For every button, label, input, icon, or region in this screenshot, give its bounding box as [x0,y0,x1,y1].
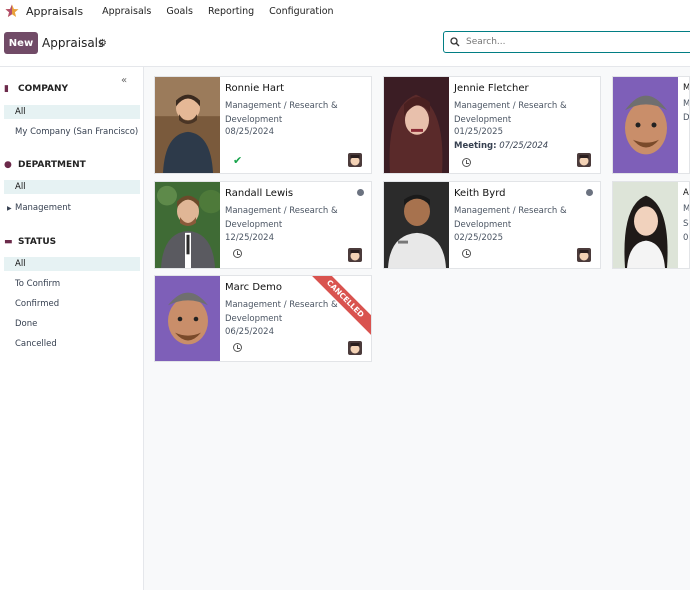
status-section-label: STATUS [18,237,57,247]
users-icon: ● [4,160,12,170]
company-filter-all[interactable]: All [4,105,140,119]
employee-photo [155,77,220,173]
app-name[interactable]: Appraisals [26,5,83,18]
building-icon: ▮ [4,84,9,94]
kanban-card[interactable]: Ronnie Hart Management / Research & Devel… [154,76,372,174]
kanban-card[interactable]: Jennie Fletcher Management / Research & D… [383,76,601,174]
department-filter-management[interactable]: ▶ Management [4,201,140,215]
search-icon [450,37,460,47]
department-section-header: ● DEPARTMENT [4,160,86,170]
employee-photo [384,77,449,173]
partial-text: M [683,204,690,214]
check-icon: ✔ [233,154,243,167]
caret-right-icon[interactable]: ▶ [7,205,12,212]
status-dot-icon[interactable] [357,189,364,196]
employee-photo [613,77,678,173]
employee-name: Keith Byrd [454,188,506,199]
meeting-date: Meeting: 07/25/2024 [454,141,549,151]
kanban-card-partial[interactable]: A M Se 0( [612,181,690,269]
menu-goals[interactable]: Goals [166,6,193,17]
partial-text: M [683,99,690,109]
menu-reporting[interactable]: Reporting [208,6,254,17]
appraisal-date: 06/25/2024 [225,327,274,337]
employee-photo [613,182,678,268]
manager-avatar[interactable] [348,248,362,262]
clock-icon[interactable] [233,343,242,352]
appraisal-date: 01/25/2025 [454,127,503,137]
status-filter-cancelled[interactable]: Cancelled [4,337,140,351]
folder-icon: ▬ [4,237,13,247]
partial-text: M [683,83,690,93]
appraisal-date: 08/25/2024 [225,127,274,137]
department-text: Management / Research & Development [454,206,567,230]
search-input[interactable] [464,36,668,48]
partial-text: Se [683,219,689,229]
department-text: Management / Research & Development [225,101,338,125]
employee-name: Randall Lewis [225,188,294,199]
kanban-card[interactable]: Randall Lewis Management / Research & Dev… [154,181,372,269]
department-text: Management / Research & Development [454,101,567,125]
collapse-sidebar-icon[interactable]: « [121,75,127,86]
status-filter-to-confirm[interactable]: To Confirm [4,277,140,291]
partial-text: 0( [683,233,689,243]
new-button[interactable]: New [4,32,38,54]
company-section-label: COMPANY [18,84,68,94]
employee-photo [155,276,220,361]
kanban-card-partial[interactable]: M M D [612,76,690,174]
appraisals-star-logo-icon[interactable] [5,4,19,18]
menu-configuration[interactable]: Configuration [269,6,333,17]
status-filter-confirmed[interactable]: Confirmed [4,297,140,311]
status-filter-done[interactable]: Done [4,317,140,331]
control-panel: New Appraisals ⚙ [0,22,690,67]
menu-appraisals[interactable]: Appraisals [102,6,151,17]
manager-avatar[interactable] [577,153,591,167]
manager-avatar[interactable] [348,153,362,167]
employee-name: Jennie Fletcher [454,83,529,94]
kanban-card[interactable]: Marc Demo CANCELLED Management / Researc… [154,275,372,362]
search-box[interactable] [443,31,690,53]
clock-icon[interactable] [462,249,471,258]
employee-photo [155,182,220,268]
partial-text: D [683,113,690,123]
kanban-view: Ronnie Hart Management / Research & Devel… [144,67,690,590]
status-section-header: ▬ STATUS [4,237,56,247]
company-section-header: ▮ COMPANY [4,84,68,94]
top-navbar: Appraisals Appraisals Goals Reporting Co… [0,0,690,22]
page-title: Appraisals [42,36,105,50]
company-filter-my-company[interactable]: My Company (San Francisco) [4,125,140,139]
status-filter-all[interactable]: All [4,257,140,271]
search-panel-sidebar: « ▮ COMPANY All My Company (San Francisc… [0,67,144,590]
employee-photo [384,182,449,268]
appraisal-date: 12/25/2024 [225,233,274,243]
employee-name: Marc Demo [225,282,283,293]
department-filter-all[interactable]: All [4,180,140,194]
manager-avatar[interactable] [348,341,362,355]
clock-icon[interactable] [462,158,471,167]
manager-avatar[interactable] [577,248,591,262]
clock-icon[interactable] [233,249,242,258]
department-text: Management / Research & Development [225,300,338,324]
status-dot-icon[interactable] [586,189,593,196]
department-section-label: DEPARTMENT [18,160,86,170]
gear-icon[interactable]: ⚙ [98,38,107,49]
partial-text: A [683,188,689,198]
employee-name: Ronnie Hart [225,83,285,94]
department-text: Management / Research & Development [225,206,338,230]
kanban-card[interactable]: Keith Byrd Management / Research & Develo… [383,181,601,269]
appraisal-date: 02/25/2025 [454,233,503,243]
department-management-label: Management [15,203,71,213]
